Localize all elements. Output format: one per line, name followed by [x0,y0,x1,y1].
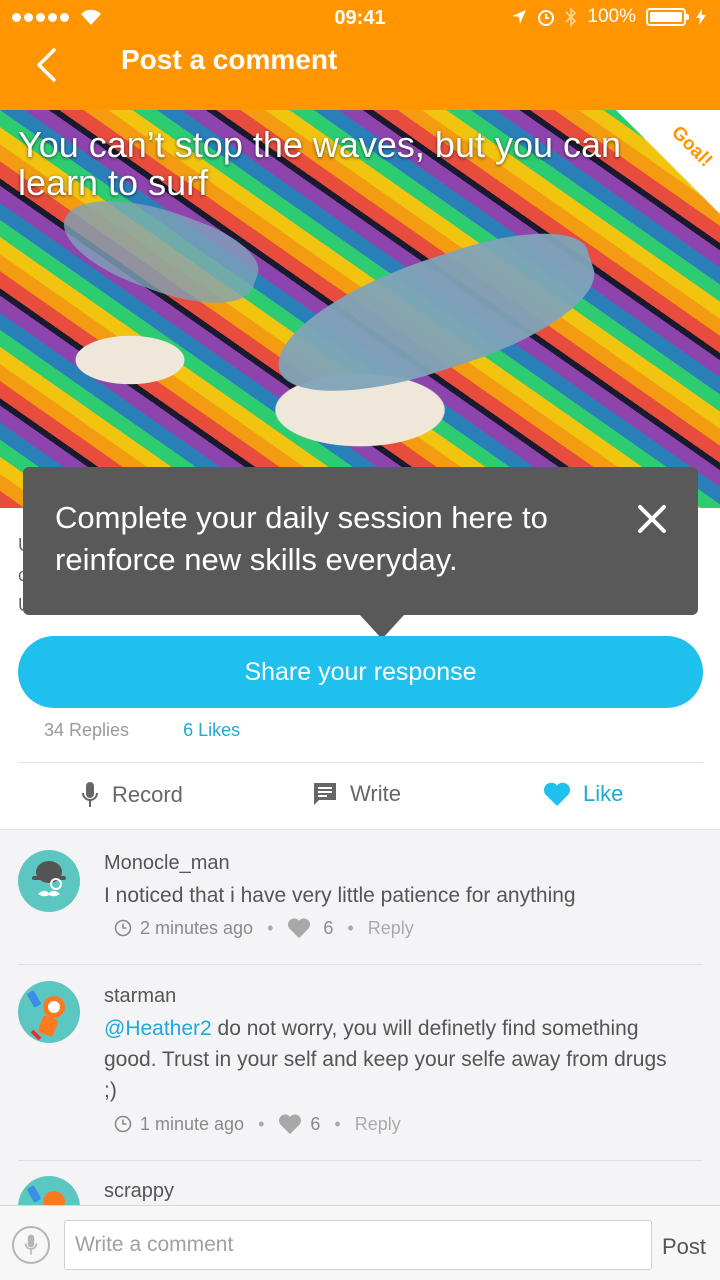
write-button[interactable]: Write [312,781,401,807]
divider [18,1160,703,1161]
comment-time: 2 minutes ago [140,917,254,938]
astronaut-icon [27,990,65,1041]
reply-link[interactable]: Reply [355,1114,401,1135]
comment-text: I noticed that i have very little patien… [104,884,576,907]
voice-input-button[interactable] [12,1226,50,1264]
page-title: Post a comment [121,44,338,75]
tooltip-close-button[interactable] [634,501,670,537]
avatar[interactable] [18,1176,80,1205]
bluetooth-icon [565,7,577,27]
comment-username[interactable]: Monocle_man [104,852,230,875]
chevron-left-icon [37,48,56,82]
battery-percent: 100% [587,6,636,27]
separator-dot: • [347,917,354,938]
write-label: Write [350,781,401,806]
likes-count[interactable]: 6 Likes [183,720,240,741]
back-button[interactable] [26,40,66,90]
comment-like-count: 6 [310,1113,321,1134]
clock-icon [114,1115,132,1133]
replies-count[interactable]: 34 Replies [44,720,129,741]
comment-meta: 1 minute ago • 6 • Reply [114,1113,401,1135]
heart-icon[interactable] [287,917,311,939]
post-button[interactable]: Post [662,1234,706,1260]
battery-icon [646,8,689,26]
comments-list: Monocle_man I noticed that i have very l… [0,829,720,1205]
shark-art [261,211,609,419]
onboarding-tooltip: Complete your daily session here to rein… [23,467,698,639]
like-button[interactable]: Like [543,781,623,807]
comment-username[interactable]: scrappy [104,1180,174,1203]
tooltip-text: Complete your daily session here to rein… [55,500,548,577]
clock-icon [114,919,132,937]
comment-text: @Heather2 do not worry, you will definet… [104,1013,684,1106]
comment-composer: Post [0,1205,720,1280]
action-bar: Record Write Like [0,763,720,829]
comment-input[interactable] [64,1220,652,1270]
separator-dot: • [267,917,274,938]
close-icon [638,505,666,533]
top-bar: 09:41 100% Post a comment [0,0,720,110]
reply-link[interactable]: Reply [368,918,414,939]
share-response-button[interactable]: Share your response [18,636,703,708]
comment-time: 1 minute ago [140,1113,245,1134]
record-button[interactable]: Record [80,781,183,809]
status-right: 100% [511,6,706,28]
monocle-man-icon [32,861,66,897]
comment-username[interactable]: starman [104,985,176,1008]
divider [18,964,703,965]
comment-icon [314,783,336,805]
microphone-icon [82,782,98,807]
goal-hero-image: You can’t stop the waves, but you can le… [0,110,720,508]
mention-link[interactable]: @Heather2 [104,1017,212,1040]
avatar[interactable] [18,850,80,912]
stats-row: 34 Replies 6 Likes [44,720,240,741]
astronaut-icon [27,1185,65,1205]
avatar[interactable] [18,981,80,1043]
comment-like-count: 6 [323,917,334,938]
heart-icon [543,782,571,806]
charging-icon [696,9,706,25]
alarm-icon [538,10,555,26]
microphone-icon [24,1234,38,1255]
status-bar: 09:41 100% [0,0,720,36]
like-label: Like [583,781,624,806]
record-label: Record [112,782,183,807]
location-icon [512,10,527,24]
heart-icon[interactable] [278,1113,302,1135]
goal-quote: You can’t stop the waves, but you can le… [18,124,622,203]
separator-dot: • [334,1113,341,1134]
comment-meta: 2 minutes ago • 6 • Reply [114,917,414,939]
separator-dot: • [258,1113,265,1134]
